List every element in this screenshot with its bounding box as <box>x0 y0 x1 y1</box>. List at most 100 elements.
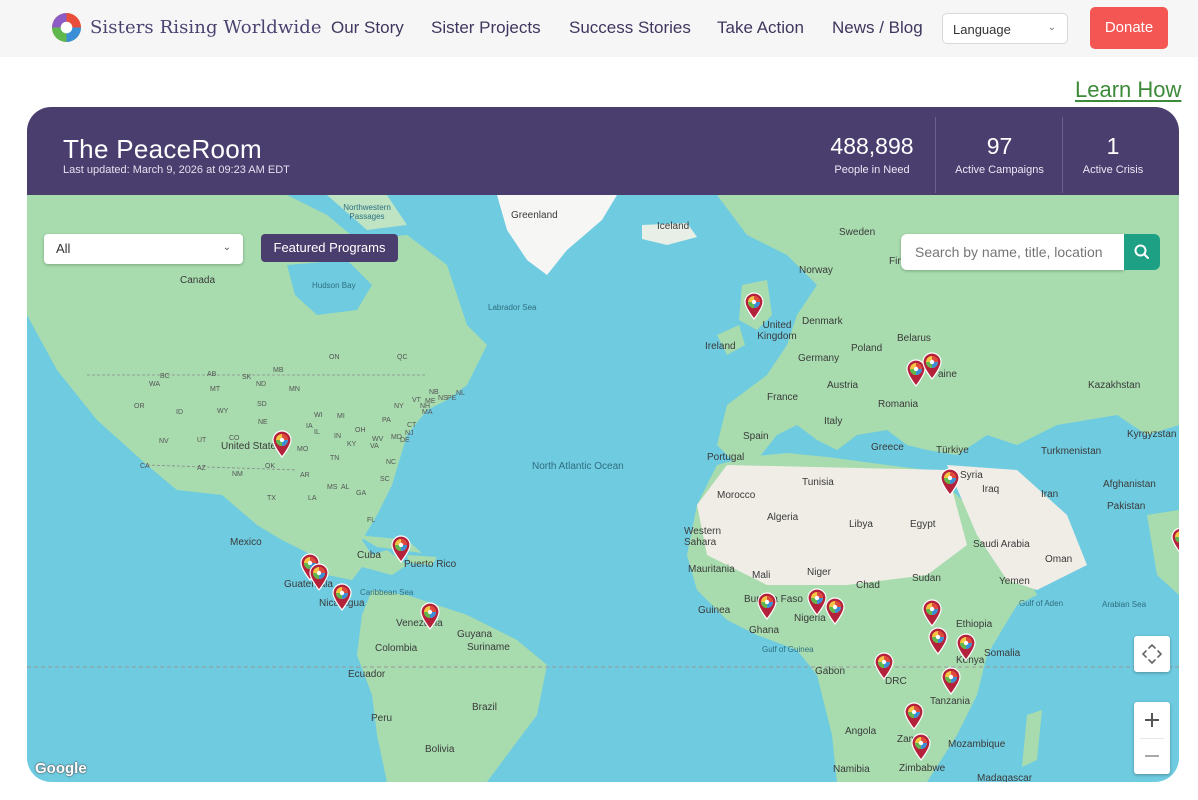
map-label: Libya <box>849 519 873 530</box>
map-label: Syria <box>960 470 983 481</box>
map-label: Morocco <box>717 490 756 501</box>
peaceroom-updated: Last updated: March 9, 2026 at 09:23 AM … <box>63 164 290 176</box>
state-label: NL <box>456 390 465 397</box>
map-label: Afghanistan <box>1103 479 1156 490</box>
state-label: NC <box>386 459 397 466</box>
featured-programs-button[interactable]: Featured Programs <box>261 234 398 262</box>
map-label: France <box>767 392 799 403</box>
chevron-down-icon: ⌄ <box>1047 22 1056 33</box>
category-filter-select[interactable]: All ⌄ <box>44 234 243 264</box>
map-pin-icon[interactable] <box>940 468 960 496</box>
map-label: Madagascar <box>977 773 1033 782</box>
nav-link-news-blog[interactable]: News / Blog <box>832 18 923 38</box>
map-label: Mauritania <box>688 564 735 575</box>
map-label: Guinea <box>698 605 731 616</box>
map-label: Labrador Sea <box>488 303 537 312</box>
minus-icon <box>1145 755 1159 757</box>
map-label: Ethiopia <box>956 619 993 630</box>
state-label: TN <box>330 455 340 462</box>
map-label: Pakistan <box>1107 501 1146 512</box>
stat-label: Active Crisis <box>1082 164 1144 176</box>
map-pin-icon[interactable] <box>272 430 292 458</box>
state-label: PE <box>447 395 457 402</box>
map-pin-icon[interactable] <box>420 602 440 630</box>
fullscreen-button[interactable] <box>1134 636 1170 672</box>
state-label: CO <box>229 435 240 442</box>
map-pin-icon[interactable] <box>391 535 411 563</box>
map-pin-icon[interactable] <box>807 588 827 616</box>
map-pin-icon[interactable] <box>928 627 948 655</box>
state-label: AZ <box>197 465 206 472</box>
stat-label: People in Need <box>834 164 910 176</box>
google-attribution: Google <box>35 760 87 777</box>
nav-link-take-action[interactable]: Take Action <box>717 18 804 38</box>
map-pin-icon[interactable] <box>911 733 931 761</box>
map-label: Iran <box>1041 489 1059 500</box>
map-pin-icon[interactable] <box>956 633 976 661</box>
map-label: Zimbabwe <box>899 763 946 774</box>
state-label: BC <box>160 373 170 380</box>
state-label: NE <box>258 419 268 426</box>
map-label: Mozambique <box>948 739 1006 750</box>
map-label: Western Sahara <box>684 526 722 548</box>
map-label: United Kingdom <box>757 320 797 342</box>
state-label: MA <box>422 409 433 416</box>
state-label: PA <box>382 417 391 424</box>
map-label: Oman <box>1045 554 1073 565</box>
state-label: CA <box>140 463 150 470</box>
map-pin-icon[interactable] <box>1171 527 1179 555</box>
map-label: Northwestern Passages <box>343 203 391 221</box>
stat-value: 488,898 <box>830 133 914 159</box>
nav-link-sister-projects[interactable]: Sister Projects <box>431 18 541 38</box>
state-label: MI <box>337 413 345 420</box>
nav-link-our-story[interactable]: Our Story <box>331 18 404 38</box>
state-label: LA <box>308 495 317 502</box>
zoom-in-button[interactable] <box>1134 702 1170 738</box>
state-label: VA <box>370 443 379 450</box>
state-label: AR <box>300 472 310 479</box>
map-pin-icon[interactable] <box>904 702 924 730</box>
state-label: OR <box>134 403 145 410</box>
state-label: GA <box>356 490 367 497</box>
map-pin-icon[interactable] <box>874 652 894 680</box>
map-search-input[interactable] <box>901 234 1124 270</box>
map-pin-icon[interactable] <box>922 599 942 627</box>
state-label: NJ <box>405 430 414 437</box>
stat-value: 97 <box>986 133 1013 159</box>
map-label: Gabon <box>815 666 846 677</box>
map-label: Yemen <box>999 576 1030 587</box>
map-label: Ecuador <box>348 669 386 680</box>
map-label: Iceland <box>657 221 690 232</box>
map-pin-icon[interactable] <box>825 597 845 625</box>
map-search-button[interactable] <box>1124 234 1160 270</box>
map-pin-icon[interactable] <box>332 583 352 611</box>
map-pin-icon[interactable] <box>941 667 961 695</box>
site-logo-text: Sisters Rising Worldwide <box>90 17 322 38</box>
map-label: Poland <box>851 343 883 354</box>
zoom-out-button[interactable] <box>1134 738 1170 774</box>
map-pin-icon[interactable] <box>744 292 764 320</box>
state-label: IA <box>306 423 313 430</box>
donate-button[interactable]: Donate <box>1090 7 1168 49</box>
state-label: ND <box>256 381 267 388</box>
state-label: WV <box>372 436 384 443</box>
world-map[interactable]: Greenland Iceland Sweden Norway Fin Cana… <box>27 195 1179 782</box>
map-label: Niger <box>807 567 831 578</box>
site-logo[interactable]: Sisters Rising Worldwide <box>51 12 322 43</box>
map-label: Bolivia <box>425 744 455 755</box>
learn-how-link[interactable]: Learn How <box>1075 77 1181 103</box>
state-label: TX <box>267 495 276 502</box>
map-label: Greece <box>871 442 904 453</box>
peaceroom-panel: The PeaceRoom Last updated: March 9, 202… <box>27 107 1179 782</box>
language-select[interactable]: Language ⌄ <box>942 13 1068 44</box>
stat-active-campaigns: 97 Active Campaigns <box>936 117 1063 193</box>
map-pin-icon[interactable] <box>309 563 329 591</box>
map-pin-icon[interactable] <box>757 592 777 620</box>
map-label: Greenland <box>511 210 558 221</box>
map-label: Egypt <box>910 519 936 530</box>
map-label: Sudan <box>912 573 941 584</box>
state-label: SK <box>242 374 252 381</box>
map-label: Canada <box>180 275 216 286</box>
nav-link-success-stories[interactable]: Success Stories <box>569 18 691 38</box>
map-pin-icon[interactable] <box>922 352 942 380</box>
